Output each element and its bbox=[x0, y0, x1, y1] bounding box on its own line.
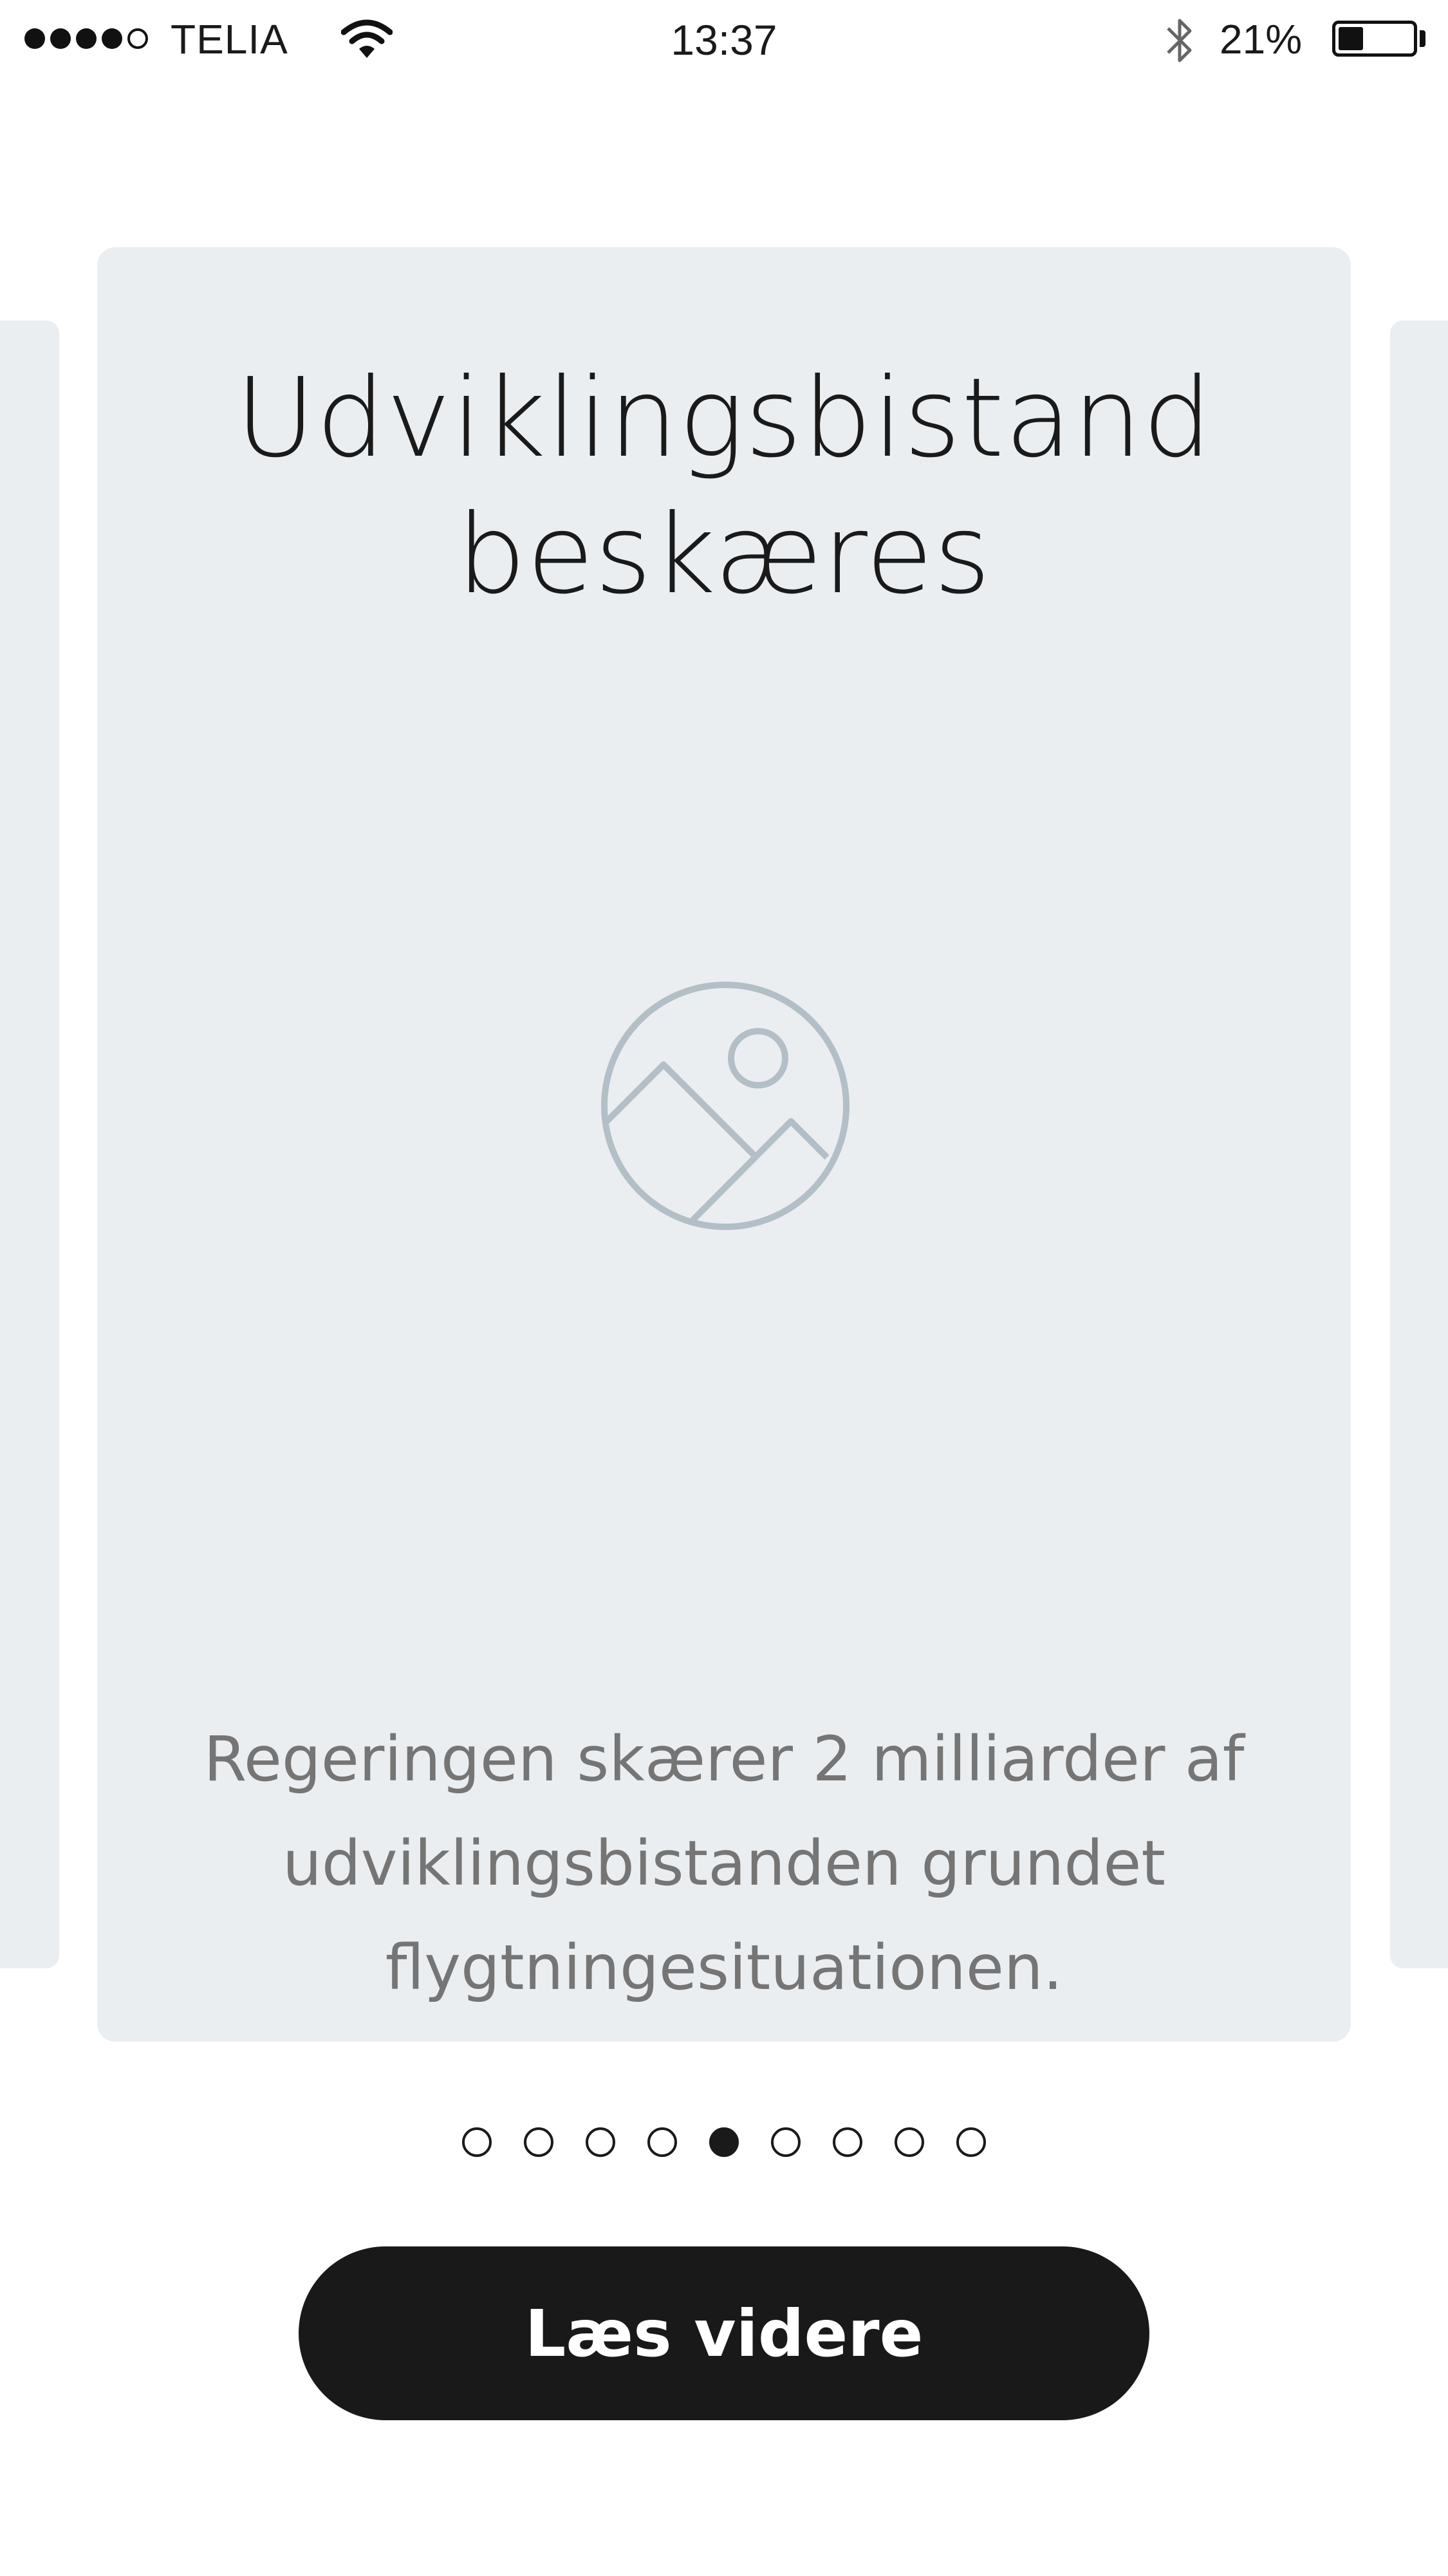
page-dot[interactable] bbox=[895, 2127, 924, 2157]
page-dot[interactable] bbox=[647, 2127, 677, 2157]
read-more-button[interactable]: Læs videre bbox=[299, 2246, 1149, 2420]
previous-card-peek[interactable] bbox=[0, 321, 59, 1968]
page-dot[interactable] bbox=[586, 2127, 615, 2157]
status-bar: TELIA 13:37 21% bbox=[0, 0, 1448, 79]
bluetooth-icon bbox=[1167, 19, 1192, 62]
page-indicator[interactable] bbox=[0, 2127, 1448, 2157]
page-dot-active[interactable] bbox=[709, 2127, 739, 2157]
battery-percentage: 21% bbox=[1220, 16, 1303, 62]
page-dot[interactable] bbox=[524, 2127, 553, 2157]
image-placeholder-icon bbox=[601, 982, 849, 1230]
battery-tip bbox=[1420, 30, 1425, 47]
page-dot[interactable] bbox=[833, 2127, 862, 2157]
page-dot[interactable] bbox=[771, 2127, 801, 2157]
next-card-peek[interactable] bbox=[1390, 321, 1448, 1968]
battery-fill bbox=[1339, 27, 1363, 50]
page-dot[interactable] bbox=[462, 2127, 492, 2157]
page-dot[interactable] bbox=[956, 2127, 986, 2157]
card-title: Udviklingsbistand beskæres bbox=[235, 355, 1213, 619]
battery-icon bbox=[1332, 21, 1417, 57]
card-description: Regeringen skærer 2 milliarder af udvikl… bbox=[203, 1723, 1245, 2004]
news-card[interactable]: Udviklingsbistand beskæres Regeringen sk… bbox=[97, 247, 1351, 2042]
